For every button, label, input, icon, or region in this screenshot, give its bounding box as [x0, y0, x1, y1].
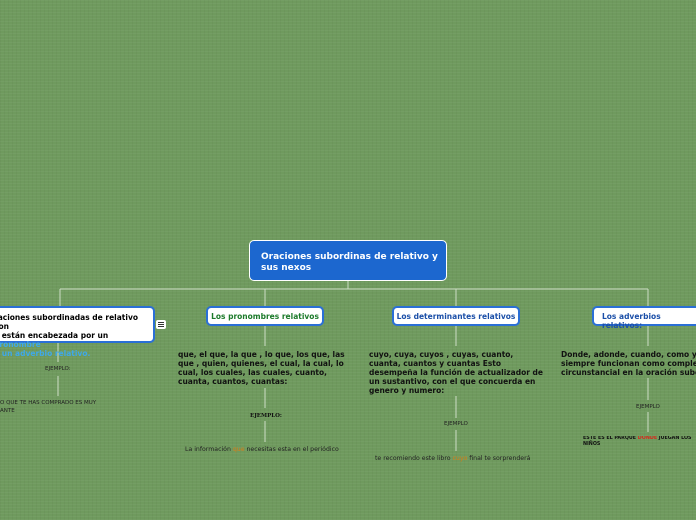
determinantes-example: te recomiendo este libro cuyo final te s…: [375, 455, 531, 462]
branch-node-definition[interactable]: raciones subordinadas de relativo son e …: [0, 306, 155, 358]
determinantes-title: Los determinantes relativos: [396, 312, 516, 321]
adverbios-example-label: EJEMPLO: [636, 404, 660, 410]
pronombres-example-label: EJEMPLO:: [250, 413, 282, 419]
definition-line-2: e están encabezada por un pronombre: [0, 331, 109, 349]
adverbios-description: Donde, adonde, cuando, como y siempre fu…: [561, 350, 696, 377]
branch-node-pronombres[interactable]: Los pronombres relativos: [206, 306, 324, 326]
branch-node-adverbios[interactable]: Los adverbios relativos:: [592, 306, 696, 330]
definition-line-3: o un adverbio relativo.: [1, 349, 91, 358]
root-title: Oraciones subordinas de relativo y sus n…: [261, 252, 438, 273]
pronombres-title: Los pronombres relativos: [211, 312, 319, 321]
determinantes-example-label: EJEMPLO: [444, 421, 468, 427]
adverbios-example: ESTE ES EL PARQUE DONDE JUEGAN LOS NIÑOS: [583, 436, 692, 447]
root-node[interactable]: Oraciones subordinas de relativo y sus n…: [249, 240, 447, 281]
branch-0-example-line-2: ANTE: [0, 408, 15, 414]
branch-0-example-label: EJEMPLO:: [45, 366, 71, 372]
definition-line-1: raciones subordinadas de relativo son: [0, 313, 138, 331]
pronombres-description: que, el que, la que , lo que, los que, l…: [178, 350, 345, 386]
menu-icon[interactable]: [156, 320, 166, 329]
determinantes-description: cuyo, cuya, cuyos , cuyas, cuanto, cuant…: [369, 350, 544, 395]
branch-node-determinantes[interactable]: Los determinantes relativos: [392, 306, 520, 326]
pronombres-example: La información que necesitas esta en el …: [185, 446, 339, 453]
branch-0-example-line-1: O QUE TE HAS COMPRADO ES MUY: [0, 400, 97, 406]
